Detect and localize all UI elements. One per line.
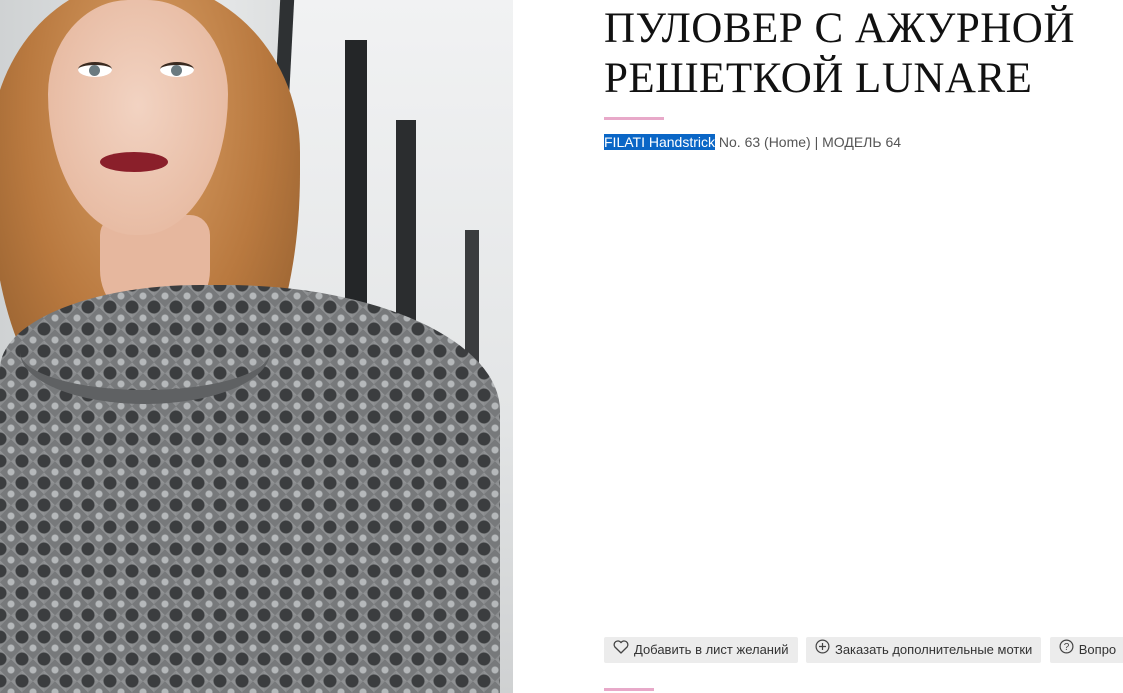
ask-question-button[interactable]: ? Вопро xyxy=(1049,637,1123,663)
question-circle-icon: ? xyxy=(1059,637,1074,663)
order-extra-skeins-label: Заказать дополнительные мотки xyxy=(834,642,1033,657)
product-title: ПУЛОВЕР С АЖУРНОЙ РЕШЕТКОЙ LUNARE xyxy=(604,4,1123,104)
issue-model-text: No. 63 (Home) | МОДЕЛЬ 64 xyxy=(715,134,902,150)
title-accent-divider xyxy=(604,117,664,120)
order-extra-skeins-button[interactable]: Заказать дополнительные мотки xyxy=(805,637,1042,663)
heart-icon xyxy=(613,637,629,663)
product-photo xyxy=(0,0,513,693)
product-title-line-1: ПУЛОВЕР С АЖУРНОЙ xyxy=(604,5,1075,52)
product-page: ПУЛОВЕР С АЖУРНОЙ РЕШЕТКОЙ LUNARE FILATI… xyxy=(0,0,1123,693)
add-to-wishlist-label: Добавить в лист желаний xyxy=(634,642,789,657)
brand-link[interactable]: FILATI Handstrick xyxy=(604,134,715,150)
ask-question-label: Вопро xyxy=(1078,642,1117,657)
product-actions: Добавить в лист желаний Заказать дополни… xyxy=(604,637,1123,663)
product-source: FILATI Handstrick No. 63 (Home) | МОДЕЛЬ… xyxy=(604,133,901,151)
section-accent-divider xyxy=(604,688,654,691)
add-to-wishlist-button[interactable]: Добавить в лист желаний xyxy=(604,637,798,663)
product-title-line-2: РЕШЕТКОЙ LUNARE xyxy=(604,55,1033,102)
svg-text:?: ? xyxy=(1063,642,1069,653)
plus-circle-icon xyxy=(815,637,830,663)
product-info: ПУЛОВЕР С АЖУРНОЙ РЕШЕТКОЙ LUNARE FILATI… xyxy=(604,0,1123,693)
